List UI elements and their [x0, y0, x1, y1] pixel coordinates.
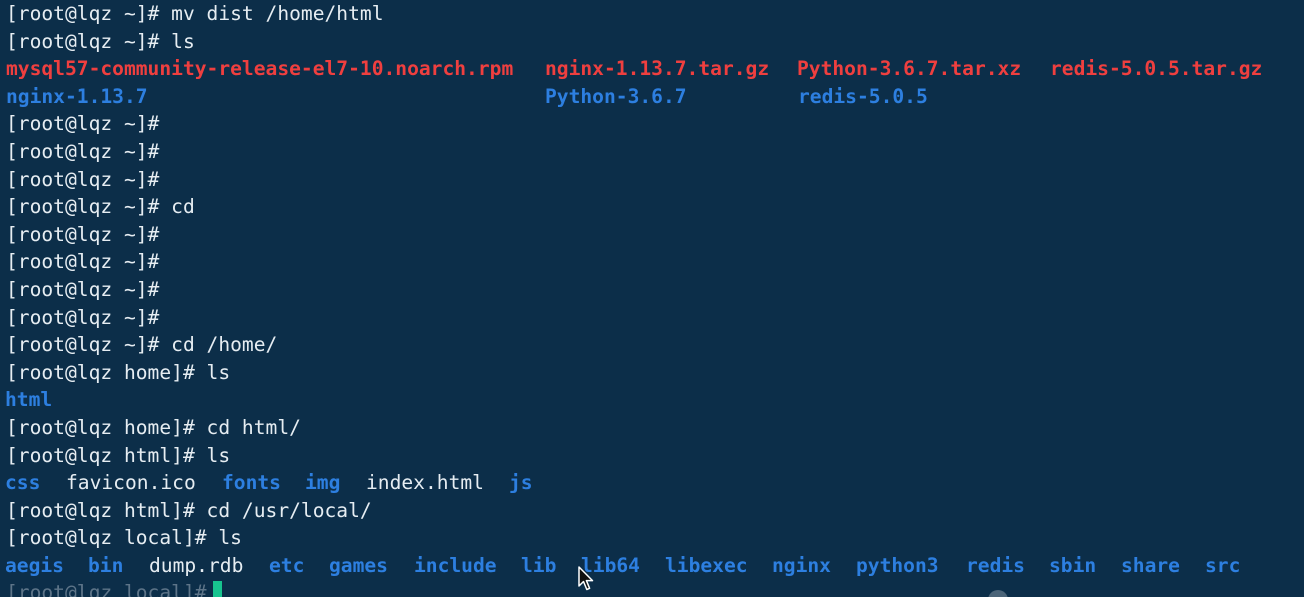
shell-prompt: [root@lqz ~]#	[6, 305, 160, 329]
shell-prompt: [root@lqz home]#	[6, 360, 195, 384]
terminal-line: [root@lqz html]# ls	[6, 442, 1304, 470]
ls-entry-directory: lib	[521, 553, 557, 577]
ls-entry-directory: nginx-1.13.7	[6, 84, 148, 108]
shell-prompt: [root@lqz ~]#	[6, 2, 160, 25]
mouse-pointer-icon	[578, 566, 594, 591]
ls-entry-directory: redis	[966, 553, 1025, 577]
terminal-line: [root@lqz ~]#	[6, 138, 1304, 166]
ls-entry-directory: share	[1121, 553, 1180, 577]
shell-prompt: [root@lqz ~]#	[6, 250, 160, 274]
shell-command: cd /usr/local/	[194, 498, 372, 522]
terminal-line: [root@lqz ~]#	[6, 276, 1304, 304]
terminal-line: [root@lqz home]# ls	[6, 359, 1304, 387]
ls-entry-directory: include	[414, 553, 497, 577]
shell-command: ls	[206, 526, 242, 550]
terminal-line: [root@lqz ~]# cd /home/	[6, 331, 1304, 359]
ls-entry-directory: aegis	[5, 553, 64, 577]
terminal-line: [root@lqz ~]# ls	[6, 28, 1304, 56]
shell-command: cd	[159, 195, 195, 219]
ls-entry-file: index.html	[366, 471, 484, 495]
shell-prompt: [root@lqz ~]#	[6, 222, 160, 246]
terminal-line: [root@lqz ~]#	[6, 248, 1304, 276]
terminal-line: [root@lqz ~]# mv dist /home/html	[6, 0, 1304, 28]
terminal-window[interactable]: [root@lqz ~]# mv dist /home/html [root@l…	[0, 0, 1304, 597]
terminal-line: [root@lqz ~]#	[6, 304, 1304, 332]
ls-entry-directory: games	[329, 553, 388, 577]
ls-entry-archive: Python-3.6.7.tar.xz	[797, 57, 1022, 81]
ls-output-row: aegis bin dump.rdb etc games include lib…	[5, 552, 1304, 580]
ls-entry-directory: Python-3.6.7	[545, 84, 687, 108]
shell-prompt: [root@lqz ~]#	[6, 139, 160, 163]
shell-command: cd html/	[194, 415, 301, 439]
ls-entry-archive: nginx-1.13.7.tar.gz	[545, 57, 770, 81]
ls-output-row: nginx-1.13.7 Python-3.6.7 redis-5.0.5	[6, 83, 1304, 111]
ls-entry-directory: sbin	[1049, 553, 1097, 577]
shell-command: ls	[194, 443, 231, 467]
terminal-line: [root@lqz html]# cd /usr/local/	[6, 497, 1304, 525]
ls-entry-directory: src	[1205, 553, 1241, 577]
shell-prompt: [root@lqz local]#	[6, 526, 207, 550]
shell-command: cd /home/	[159, 333, 278, 357]
ls-entry-archive: redis-5.0.5.tar.gz	[1050, 57, 1263, 81]
ls-entry-directory: nginx	[772, 553, 831, 577]
shell-prompt: [root@lqz ~]#	[6, 29, 160, 53]
shell-prompt: [root@lqz ~]#	[6, 333, 160, 357]
ls-entry-directory: fonts	[222, 471, 281, 495]
shell-command: mv dist /home/html	[159, 2, 384, 25]
shell-prompt: [root@lqz ~]#	[6, 167, 160, 191]
terminal-line: [root@lqz ~]#	[6, 110, 1304, 138]
shell-prompt: [root@lqz local]#	[6, 581, 207, 597]
ls-entry-directory: js	[509, 471, 533, 495]
ls-entry-directory: css	[5, 471, 41, 495]
ls-entry-file: favicon.ico	[66, 471, 196, 495]
ls-entry-archive: mysql57-community-release-el7-10.noarch.…	[6, 57, 514, 81]
ls-entry-directory: python3	[856, 553, 939, 577]
ls-entry-directory: html	[5, 388, 53, 412]
ls-output-row: mysql57-community-release-el7-10.noarch.…	[6, 55, 1304, 83]
shell-prompt: [root@lqz home]#	[6, 415, 195, 439]
ls-entry-directory: etc	[269, 553, 305, 577]
shell-prompt: [root@lqz ~]#	[6, 112, 160, 136]
ls-entry-directory: bin	[88, 553, 124, 577]
ls-entry-directory: libexec	[665, 553, 748, 577]
terminal-line: [root@lqz ~]# cd	[6, 193, 1304, 221]
terminal-active-line[interactable]: [root@lqz local]#	[6, 579, 1304, 597]
ls-output-row: html	[5, 386, 1304, 414]
shell-prompt: [root@lqz ~]#	[6, 277, 160, 301]
ls-entry-file: dump.rdb	[149, 553, 244, 577]
terminal-line: [root@lqz ~]#	[6, 166, 1304, 194]
ls-output-row: css favicon.ico fonts img index.html js	[5, 469, 1304, 497]
terminal-line: [root@lqz home]# cd html/	[6, 414, 1304, 442]
shell-prompt: [root@lqz ~]#	[6, 195, 160, 219]
shell-command: ls	[159, 29, 195, 53]
terminal-output: [root@lqz ~]# mv dist /home/html [root@l…	[5, 0, 1304, 597]
text-cursor	[212, 581, 222, 597]
ls-entry-directory: img	[305, 471, 341, 495]
terminal-line: [root@lqz local]# ls	[6, 524, 1304, 552]
shell-prompt: [root@lqz html]#	[6, 498, 195, 522]
shell-prompt: [root@lqz html]#	[6, 443, 195, 467]
ls-entry-directory: redis-5.0.5	[798, 84, 928, 108]
terminal-line: [root@lqz ~]#	[6, 221, 1304, 249]
shell-command: ls	[194, 360, 231, 384]
